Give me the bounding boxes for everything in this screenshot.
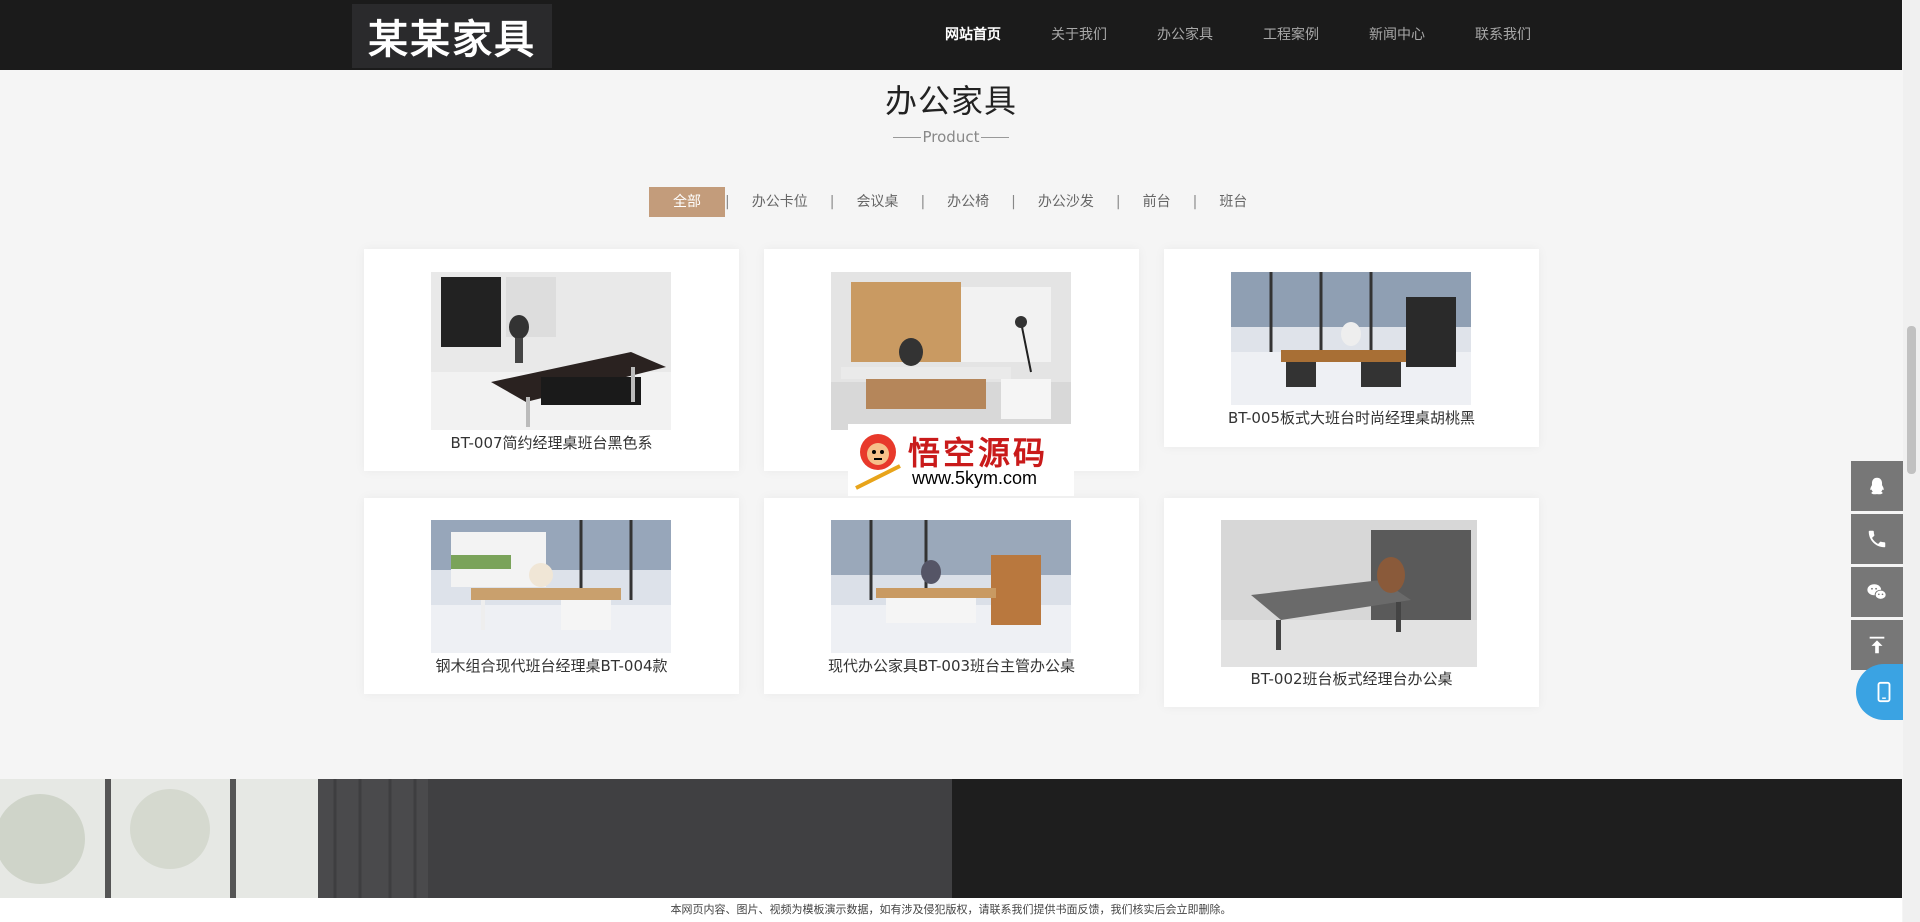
tab-office-chair[interactable]: 办公椅 (925, 187, 1011, 217)
product-title[interactable]: 钢木组合现代班台经理桌BT-004款 (364, 655, 739, 676)
product-image[interactable] (1231, 272, 1471, 405)
product-image[interactable] (831, 272, 1071, 430)
back-to-top-icon (1869, 636, 1885, 654)
product-image[interactable] (431, 520, 671, 653)
qq-button[interactable] (1851, 461, 1903, 511)
nav-item-cases[interactable]: 工程案例 (1238, 0, 1344, 70)
product-image[interactable] (831, 520, 1071, 653)
product-card[interactable]: 钢木组合现代班台经理桌BT-004款 (364, 498, 739, 694)
main-nav: 网站首页 关于我们 办公家具 工程案例 新闻中心 联系我们 (920, 0, 1556, 70)
tab-office-sofa[interactable]: 办公沙发 (1016, 187, 1116, 217)
page-scrollbar[interactable] (1903, 0, 1920, 922)
tab-conference-table[interactable]: 会议桌 (834, 187, 920, 217)
product-card[interactable]: BT-005板式大班台时尚经理桌胡桃黑 (1164, 249, 1539, 447)
bottom-banner (0, 779, 1902, 898)
tab-workstation[interactable]: 办公卡位 (730, 187, 830, 217)
wechat-icon (1867, 584, 1887, 600)
product-card[interactable]: BT-007简约经理桌班台黑色系 (364, 249, 739, 471)
section-subtitle: Product (0, 128, 1902, 146)
nav-item-contact[interactable]: 联系我们 (1450, 0, 1556, 70)
phone-button[interactable] (1851, 514, 1903, 564)
tab-all[interactable]: 全部 (649, 187, 725, 217)
footer-disclaimer: 本网页内容、图片、视频为模板演示数据，如有涉及侵犯版权，请联系我们提供书面反馈，… (0, 898, 1902, 922)
product-title[interactable]: BT-007简约经理桌班台黑色系 (364, 432, 739, 453)
qq-icon (1870, 477, 1884, 495)
back-to-top-button[interactable] (1851, 620, 1903, 670)
product-card[interactable]: 现代办公家具BT-003班台主管办公桌 (764, 498, 1139, 694)
product-title[interactable]: 现代办公家具BT-003班台主管办公桌 (764, 655, 1139, 676)
nav-item-home[interactable]: 网站首页 (920, 0, 1026, 70)
nav-item-news[interactable]: 新闻中心 (1344, 0, 1450, 70)
product-image[interactable] (431, 272, 671, 430)
tab-reception[interactable]: 前台 (1121, 187, 1193, 217)
monkey-logo-icon (855, 434, 901, 490)
product-card[interactable]: BT-002班台板式经理台办公桌 (1164, 498, 1539, 707)
watermark: 悟空源码 www.5kym.com (848, 424, 1074, 496)
section-subtitle-text: Product (922, 128, 980, 146)
wechat-button[interactable] (1851, 567, 1903, 617)
site-logo[interactable]: 某某家具 (352, 4, 552, 68)
section-title: 办公家具 (884, 82, 1017, 120)
phone-icon (1868, 530, 1886, 548)
tab-executive-desk[interactable]: 班台 (1197, 187, 1269, 217)
mobile-icon (1877, 681, 1891, 703)
product-title[interactable]: BT-002班台板式经理台办公桌 (1164, 668, 1539, 689)
nav-item-office-furniture[interactable]: 办公家具 (1132, 0, 1238, 70)
site-header: 某某家具 网站首页 关于我们 办公家具 工程案例 新闻中心 联系我们 (0, 0, 1902, 70)
product-title[interactable]: BT-005板式大班台时尚经理桌胡桃黑 (1164, 407, 1539, 428)
scrollbar-thumb[interactable] (1907, 326, 1916, 474)
banner-image (0, 779, 952, 898)
category-tabs: 全部 | 办公卡位 | 会议桌 | 办公椅 | 办公沙发 | 前台 | 班台 (649, 187, 1269, 217)
product-image[interactable] (1221, 520, 1477, 667)
nav-item-about[interactable]: 关于我们 (1026, 0, 1132, 70)
watermark-url: www.5kym.com (912, 468, 1038, 488)
